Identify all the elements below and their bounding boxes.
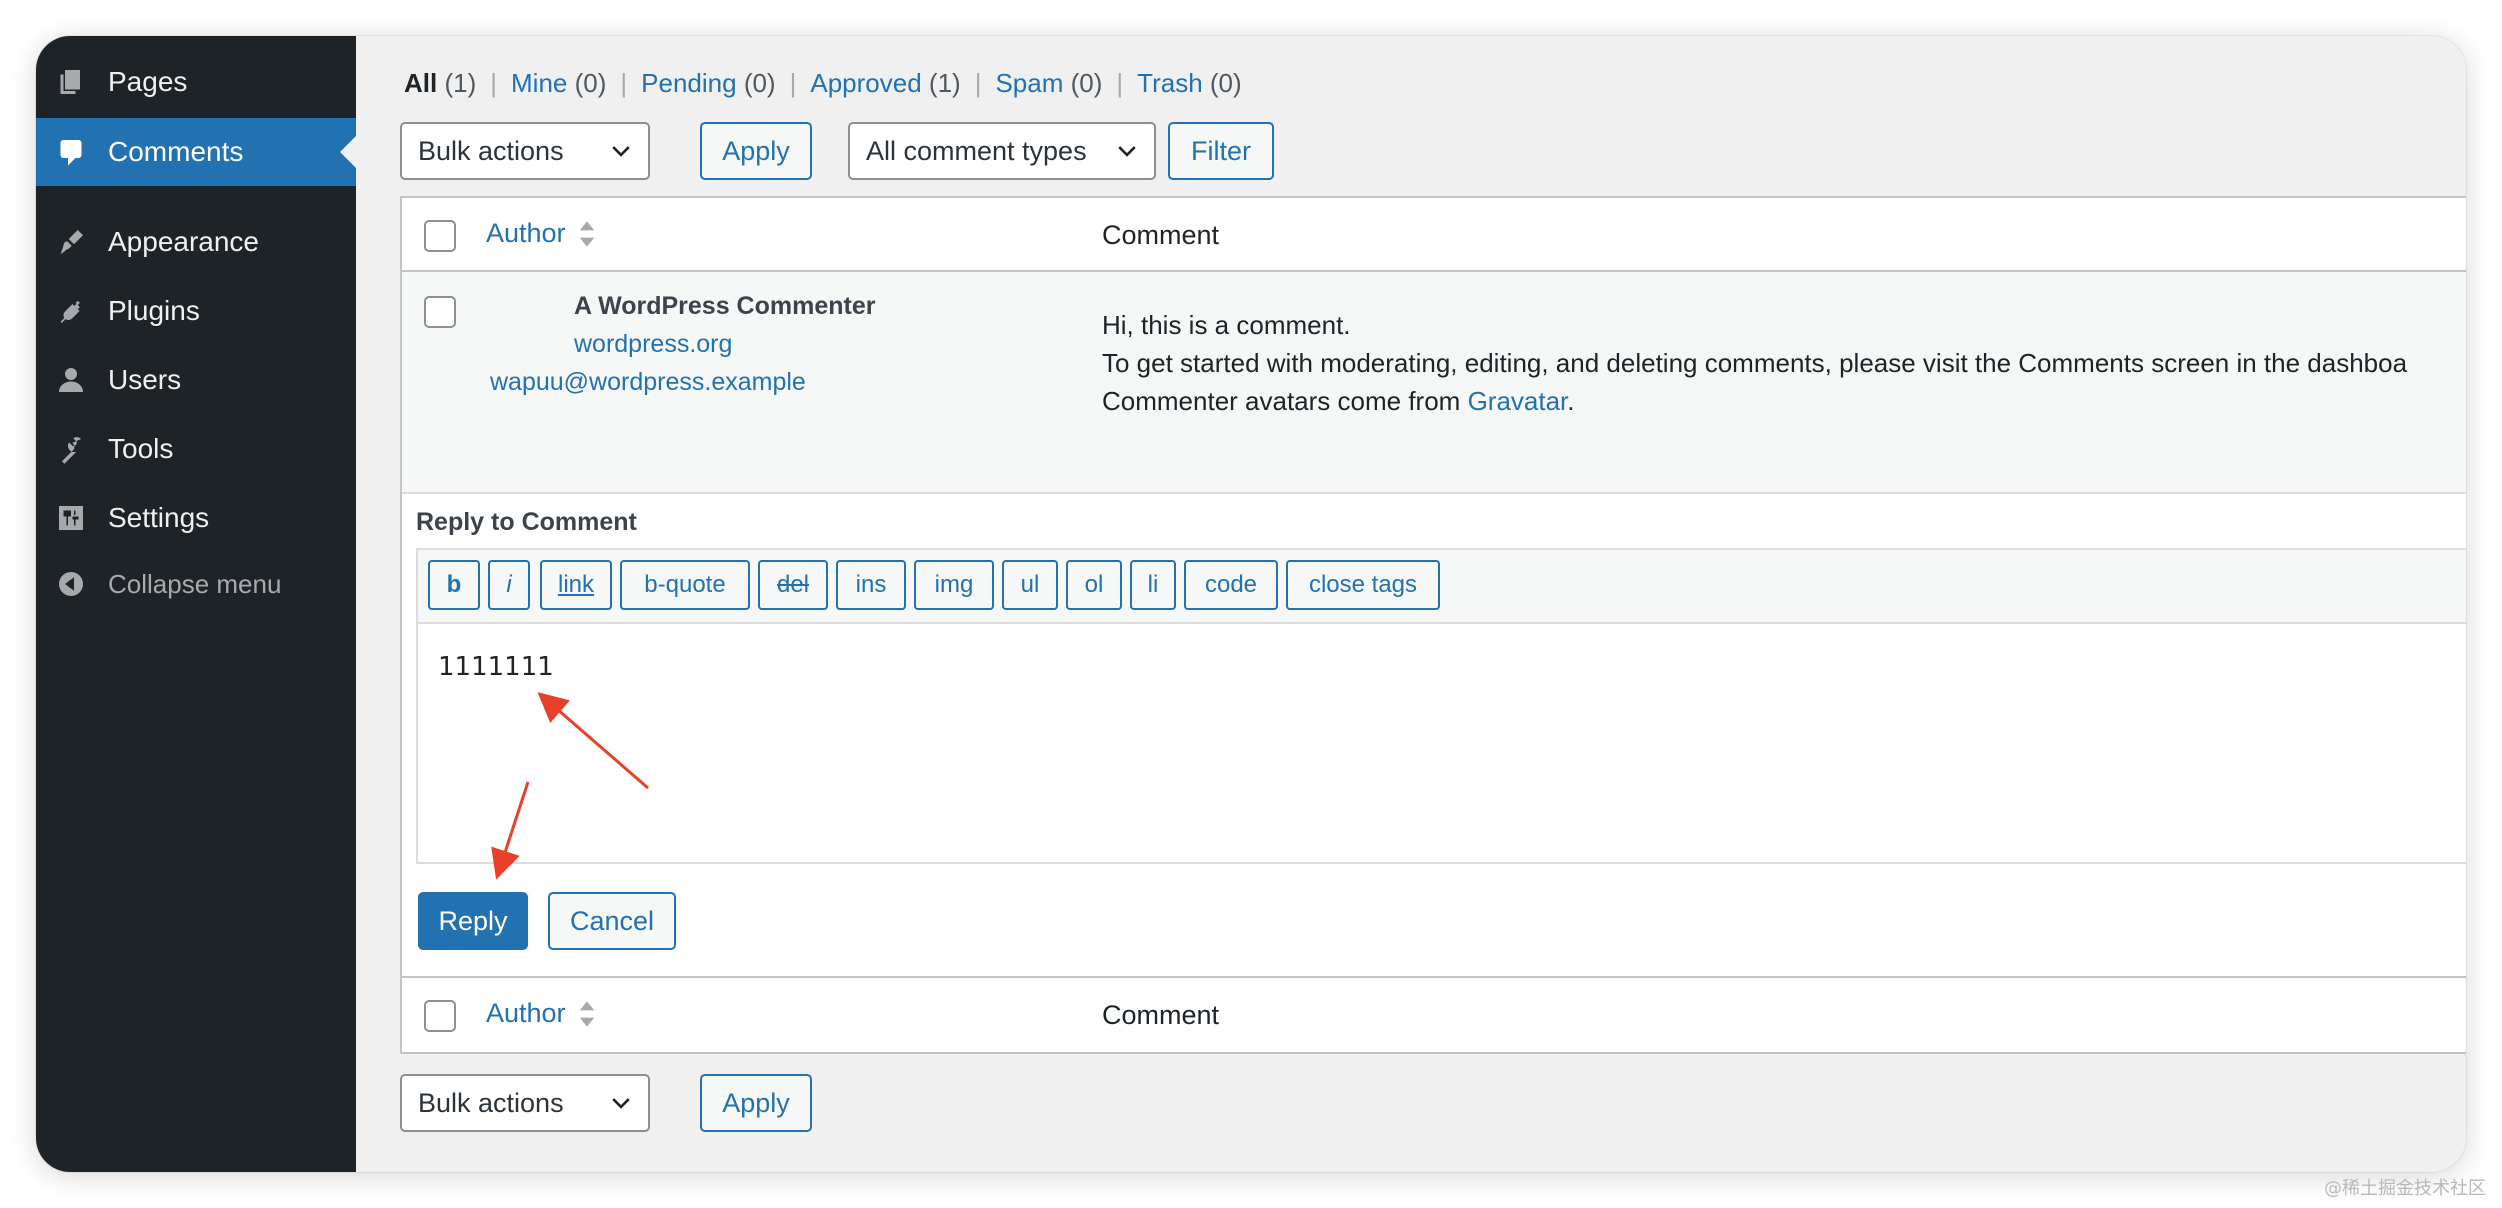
select-all-checkbox[interactable] (424, 220, 456, 252)
comment-line: Commenter avatars come from Gravatar. (1102, 386, 1575, 416)
sidebar-item-label: Plugins (108, 295, 200, 326)
quicktag-ul-button[interactable]: ul (1002, 560, 1058, 610)
sidebar-item-label: Appearance (108, 226, 260, 257)
row-checkbox[interactable] (424, 296, 456, 328)
quicktag-img-button[interactable]: img (914, 560, 994, 610)
plugins-icon (54, 294, 88, 328)
watermark: @稀土掘金技术社区 (2324, 1178, 2486, 1199)
chevron-down-icon (612, 146, 630, 157)
quicktag-del-button[interactable]: del (758, 560, 828, 610)
sidebar-item-pages[interactable]: Pages (36, 48, 356, 116)
filter-spam[interactable]: Spam (0) (995, 68, 1102, 99)
comment-body: Hi, this is a comment. To get started wi… (1102, 306, 2407, 420)
collapse-menu-button[interactable]: Collapse menu (36, 550, 356, 618)
reply-editor: b i link b-quote del ins img ul ol li co… (416, 548, 2466, 864)
tools-icon (54, 432, 88, 466)
bulk-actions-select[interactable]: Bulk actions (400, 122, 650, 180)
quicktag-bold-button[interactable]: b (428, 560, 480, 610)
comment-author-name: A WordPress Commenter (574, 292, 876, 320)
quicktag-ins-button[interactable]: ins (836, 560, 906, 610)
sidebar-item-label: Users (108, 364, 182, 395)
sidebar-item-settings[interactable]: Settings (36, 484, 356, 552)
comment-author-url[interactable]: wordpress.org (574, 330, 732, 359)
quicktag-close-tags-button[interactable]: close tags (1286, 560, 1440, 610)
bulk-actions-value: Bulk actions (418, 135, 564, 166)
sidebar-item-users[interactable]: Users (36, 346, 356, 414)
filter-mine[interactable]: Mine (0) (511, 68, 606, 99)
quicktag-bquote-button[interactable]: b-quote (620, 560, 750, 610)
comment-column-footer: Comment (1102, 1000, 1220, 1030)
comment-line: Hi, this is a comment. (1102, 310, 1351, 340)
chevron-down-icon (1118, 146, 1136, 157)
sidebar-item-comments[interactable]: Comments (36, 118, 356, 186)
quicktag-link-button[interactable]: link (540, 560, 612, 610)
comment-column-header: Comment (1102, 220, 1220, 250)
collapse-menu-label: Collapse menu (108, 568, 282, 599)
pages-icon (54, 65, 88, 99)
select-all-checkbox-footer[interactable] (424, 1000, 456, 1032)
appearance-icon (54, 225, 88, 259)
filter-approved[interactable]: Approved (1) (810, 68, 960, 99)
cancel-button[interactable]: Cancel (548, 892, 676, 950)
sidebar-item-appearance[interactable]: Appearance (36, 208, 356, 276)
reply-box: Reply to Comment b i link b-quote del in… (402, 494, 2466, 978)
comments-table: Author Comment A WordPress Commenter wor… (400, 196, 2466, 1054)
quicktag-italic-button[interactable]: i (488, 560, 530, 610)
settings-icon (54, 501, 88, 535)
sort-icon (579, 220, 594, 247)
comments-icon (54, 135, 88, 169)
admin-sidebar: Pages Comments Appearance Plugins Users (36, 36, 356, 1172)
author-column-header[interactable]: Author (486, 218, 596, 249)
sidebar-item-label: Pages (108, 66, 188, 97)
chevron-down-icon (612, 1098, 630, 1109)
sidebar-item-label: Comments (108, 136, 244, 167)
table-row: A WordPress Commenter wordpress.org wapu… (402, 272, 2466, 494)
quicktag-li-button[interactable]: li (1130, 560, 1176, 610)
quicktag-ol-button[interactable]: ol (1066, 560, 1122, 610)
comment-line: To get started with moderating, editing,… (1102, 348, 2408, 378)
filter-all[interactable]: All (1) (404, 68, 476, 99)
users-icon (54, 363, 88, 397)
comment-types-select[interactable]: All comment types (848, 122, 1156, 180)
filter-trash[interactable]: Trash (0) (1137, 68, 1242, 99)
collapse-arrow-icon (54, 567, 88, 601)
comment-types-value: All comment types (866, 135, 1087, 166)
main-content: All (1) | Mine (0) | Pending (0) | Appro… (356, 36, 2466, 1172)
quicktags-toolbar: b i link b-quote del ins img ul ol li co… (418, 550, 2466, 624)
sidebar-item-tools[interactable]: Tools (36, 415, 356, 483)
gravatar-link[interactable]: Gravatar (1468, 386, 1568, 416)
comment-status-filters: All (1) | Mine (0) | Pending (0) | Appro… (404, 68, 1242, 99)
author-column-footer[interactable]: Author (486, 998, 596, 1029)
browser-window: Pages Comments Appearance Plugins Users (36, 36, 2466, 1172)
bulk-actions-value: Bulk actions (418, 1087, 564, 1118)
comment-author-email[interactable]: wapuu@wordpress.example (490, 368, 806, 397)
sidebar-item-label: Settings (108, 502, 210, 533)
quicktag-code-button[interactable]: code (1184, 560, 1278, 610)
reply-title: Reply to Comment (416, 508, 637, 536)
filter-button[interactable]: Filter (1168, 122, 1274, 180)
apply-button[interactable]: Apply (700, 122, 812, 180)
sort-icon (579, 1000, 594, 1027)
sidebar-item-label: Tools (108, 433, 174, 464)
table-footer: Author Comment (402, 978, 2466, 1052)
filter-pending[interactable]: Pending (0) (641, 68, 775, 99)
bulk-actions-select-bottom[interactable]: Bulk actions (400, 1074, 650, 1132)
table-header: Author Comment (402, 198, 2466, 272)
sidebar-item-plugins[interactable]: Plugins (36, 277, 356, 345)
reply-textarea[interactable]: 1111111 (438, 652, 554, 682)
apply-button-bottom[interactable]: Apply (700, 1074, 812, 1132)
reply-button[interactable]: Reply (418, 892, 528, 950)
